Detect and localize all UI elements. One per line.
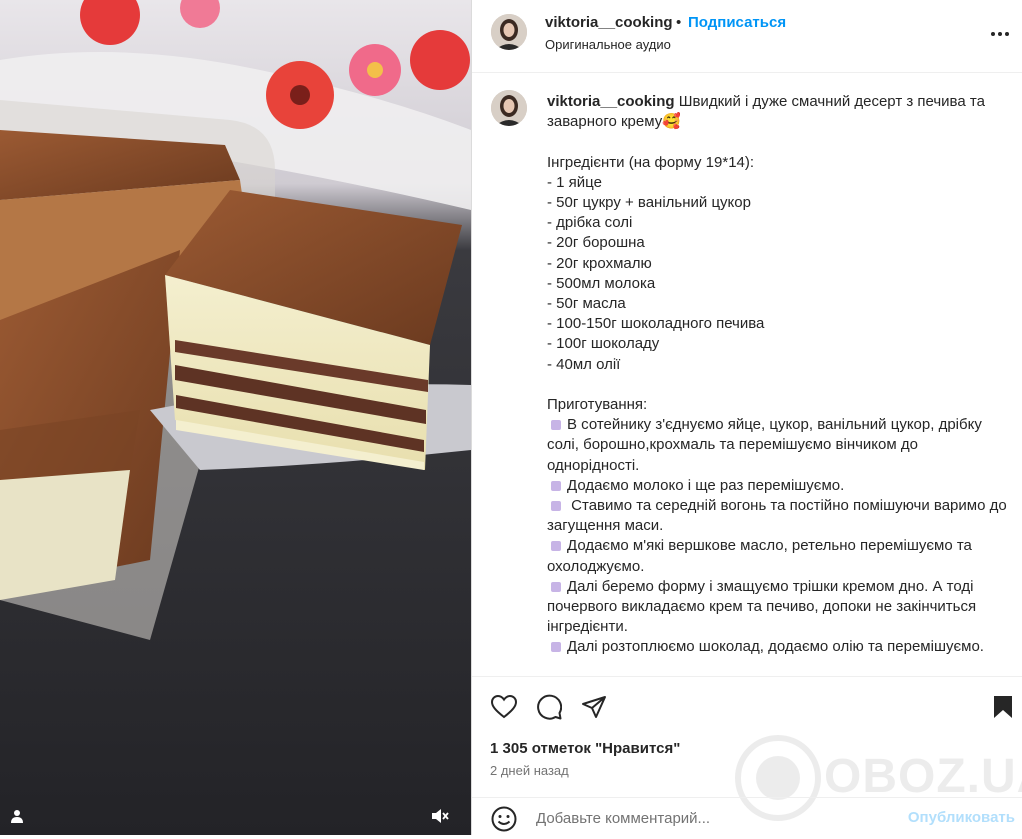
caption-line: - 20г крохмалю [547,254,652,272]
dessert-photo [0,0,471,835]
list-marker-icon [551,480,561,491]
likes-count[interactable]: 1 305 отметок "Нравится" [490,740,680,757]
avatar[interactable] [491,14,527,50]
caption-line: - 50г цукру + ванільний цукор [547,194,751,211]
caption-line: - 40мл олії [547,355,621,373]
caption-line: - 1 яйце [547,173,602,191]
post-date[interactable]: 2 дней назад [490,763,569,778]
caption-line: - 50г масла [547,295,626,313]
caption-line: В сотейнику з'єднуємо яйце, цукор, ваніл… [547,416,982,474]
publish-button[interactable]: Опубликовать [908,809,1015,826]
cake-slice [165,190,462,470]
post-username[interactable]: viktoria__cooking [545,14,673,31]
separator-dot: • [676,14,682,31]
bookmark-icon[interactable] [989,693,1017,721]
caption-line: - 100-150г шоколадного печива [547,315,765,333]
comment-icon[interactable] [535,693,563,721]
mute-icon[interactable] [429,805,451,827]
caption-line: Далі розтоплюємо шоколад, додаємо олію т… [567,638,984,656]
post-actions: 1 305 отметок "Нравится" 2 дней назад OB… [472,676,1022,838]
list-marker-icon [551,501,561,512]
post-header: viktoria__cooking • Подписаться Оригинал… [472,0,1022,73]
caption-line: - дрібка солі [547,214,633,232]
heart-icon[interactable] [490,693,518,721]
list-marker-icon [551,642,561,653]
caption-line: Ставимо та середній вогонь та постійно п… [547,497,1007,535]
list-marker-icon [551,541,561,552]
caption-line: - 500мл молока [547,274,656,292]
post-panel: viktoria__cooking • Подписаться Оригинал… [471,0,1022,835]
caption-line: - 20г борошна [547,234,645,252]
more-options-icon[interactable] [988,22,1012,46]
caption-line [547,132,1007,152]
original-audio-link[interactable]: Оригинальное аудио [545,37,671,52]
watermark-text: OBOZ.UA [824,750,1022,803]
caption-area: viktoria__cooking Швидкий і дуже смачний… [472,74,1022,676]
emoji-icon[interactable] [490,805,518,833]
send-icon[interactable] [580,693,608,721]
comment-row: Опубликовать [472,797,1022,839]
tagged-user-icon[interactable] [6,805,28,827]
caption-line [547,375,1007,395]
caption-line: Додаємо м'які вершкове масло, ретельно п… [547,537,972,575]
caption-line: - 100г шоколаду [547,335,660,353]
caption-line: Далі беремо форму і змащуємо трішки крем… [547,577,977,636]
follow-button[interactable]: Подписаться [688,14,786,31]
comment-input[interactable] [534,804,898,832]
caption-line: Інгредієнти (на форму 19*14): [547,153,755,171]
caption-line: Приготування: [547,396,648,414]
post-media[interactable] [0,0,471,835]
caption-username[interactable]: viktoria__cooking [547,93,675,110]
list-marker-icon [551,420,561,431]
list-marker-icon [551,581,561,592]
caption-avatar[interactable] [491,90,527,126]
caption-line: Додаємо молоко і ще раз перемішуємо. [567,476,845,494]
caption-text: viktoria__cooking Швидкий і дуже смачний… [547,92,1007,658]
